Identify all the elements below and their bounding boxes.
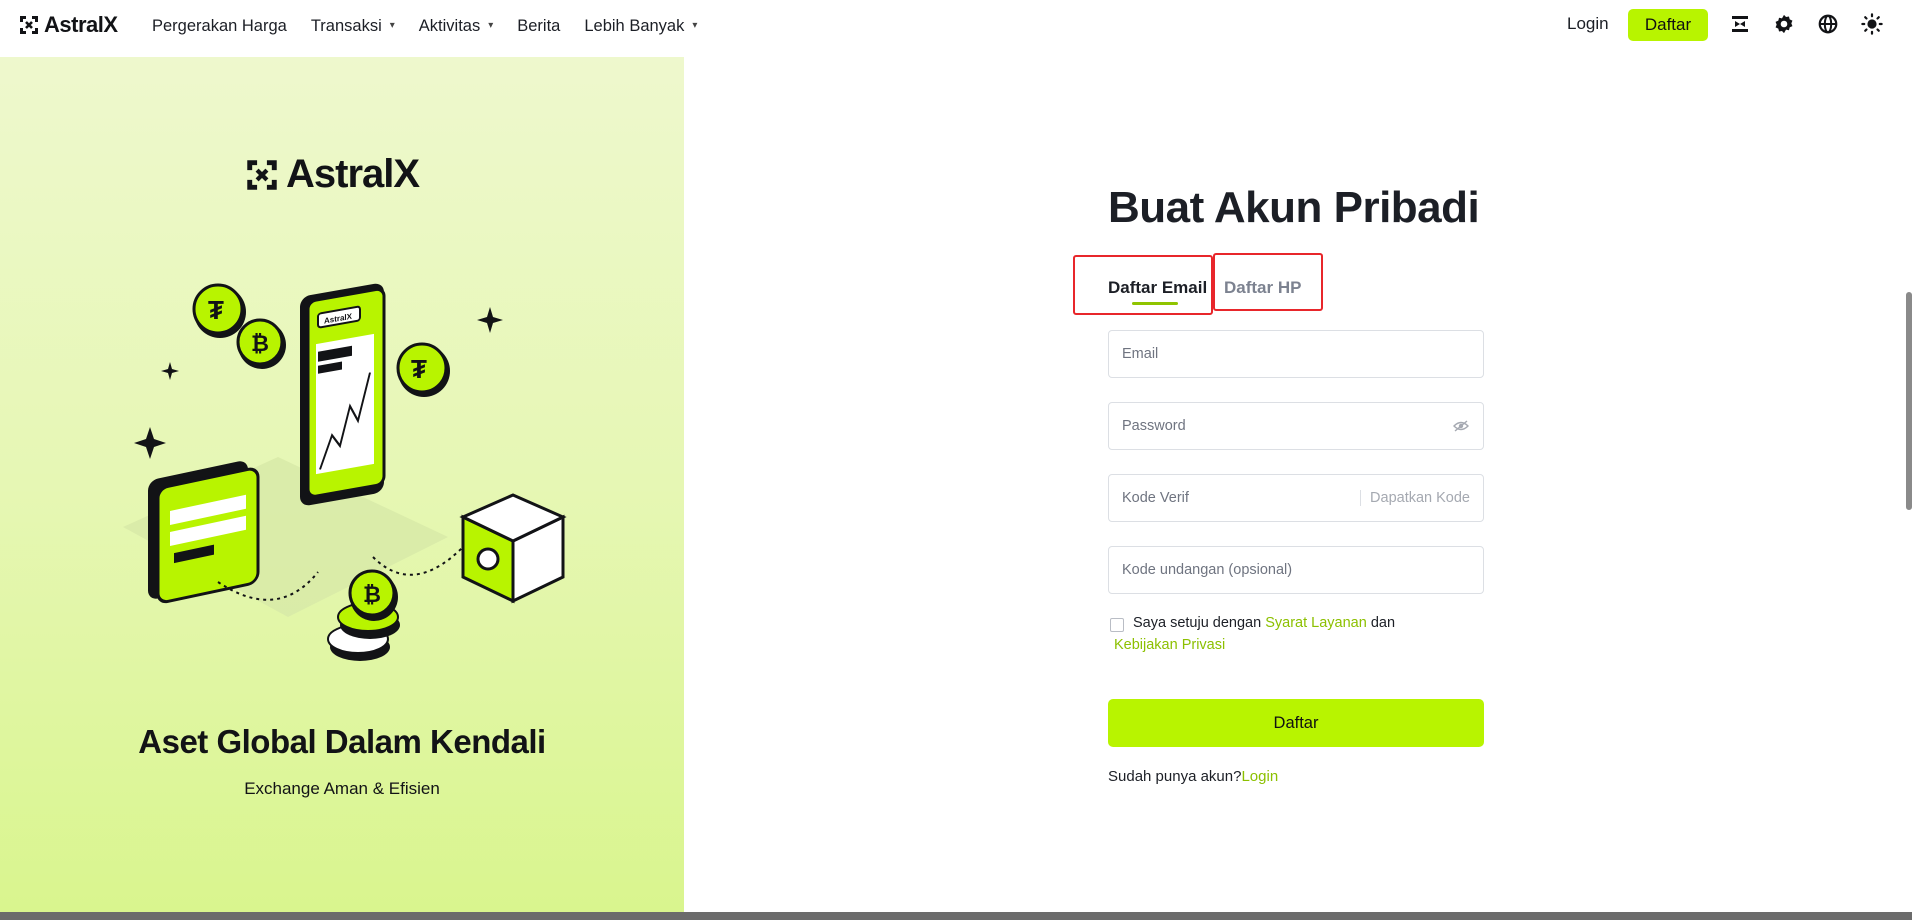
window-bottom-edge: [0, 912, 1912, 920]
chevron-down-icon: ▾: [692, 19, 698, 31]
svg-text:₿: ₿: [363, 582, 381, 607]
header-login-link[interactable]: Login: [1567, 14, 1609, 34]
privacy-line: Kebijakan Privasi: [1114, 637, 1225, 653]
nav-label: Transaksi: [310, 16, 382, 35]
terms-checkbox[interactable]: [1110, 618, 1124, 632]
nav-label: Lebih Banyak: [584, 16, 685, 35]
crypto-wallet-illustration: AstralX ₮ ₿ ₮ ₿: [123, 283, 567, 661]
have-account-line: Sudah punya akun?Login: [1108, 768, 1278, 785]
wallet-card: [148, 461, 260, 604]
top-navbar: AstralX Pergerakan Harga Transaksi ▾ Akti…: [0, 0, 1912, 52]
promo-title: Aset Global Dalam Kendali: [138, 723, 546, 760]
form-title: Buat Akun Pribadi: [1108, 183, 1480, 232]
brand-logo[interactable]: AstralX: [18, 12, 118, 38]
phone-illustration: AstralX: [300, 283, 386, 506]
download-icon[interactable]: [1728, 12, 1752, 36]
active-tab-indicator: [1132, 302, 1178, 305]
chevron-down-icon: ▾: [488, 19, 494, 31]
sparkle-icon: [161, 362, 179, 380]
chevron-down-icon: ▾: [389, 19, 395, 31]
nav-label: Aktivitas: [418, 16, 481, 35]
password-field[interactable]: [1108, 402, 1484, 450]
nav-label: Pergerakan Harga: [152, 16, 287, 35]
safe-box-icon: [459, 493, 567, 604]
divider: [1360, 490, 1362, 506]
privacy-policy-link[interactable]: Kebijakan Privasi: [1114, 637, 1225, 653]
tether-coin-icon: ₮: [396, 342, 450, 397]
promo-subtitle: Exchange Aman & Efisien: [244, 779, 440, 798]
promo-logo: AstralX: [244, 152, 420, 197]
promo-panel: AstralX AstralX ₮ ₿ ₮ ₿ Aset Global Dala…: [0, 57, 684, 912]
invite-code-input[interactable]: [1109, 547, 1483, 593]
terms-agreement-text: Saya setuju dengan Syarat Layanan dan: [1133, 615, 1395, 631]
password-input[interactable]: [1109, 403, 1451, 449]
verification-code-field[interactable]: Dapatkan Kode: [1108, 474, 1484, 522]
agree-prefix: Saya setuju dengan: [1133, 615, 1266, 631]
header-signup-button[interactable]: Daftar: [1628, 9, 1708, 41]
astralx-logo-icon: [20, 16, 38, 34]
nav-aktivitas[interactable]: Aktivitas ▾: [419, 17, 493, 36]
tab-daftar-email[interactable]: Daftar Email: [1108, 278, 1207, 298]
get-code-button[interactable]: Dapatkan Kode: [1370, 490, 1470, 506]
nav-transaksi[interactable]: Transaksi ▾: [311, 17, 395, 36]
nav-pergerakan-harga[interactable]: Pergerakan Harga: [152, 17, 287, 36]
nav-lebih-banyak[interactable]: Lebih Banyak ▾: [584, 17, 697, 36]
theme-toggle-icon[interactable]: [1860, 12, 1884, 36]
terms-of-service-link[interactable]: Syarat Layanan: [1265, 615, 1367, 631]
astralx-logo-icon: [247, 159, 277, 190]
sparkle-icon: [134, 427, 166, 459]
svg-text:₿: ₿: [251, 331, 269, 356]
sparkle-icon: [477, 307, 503, 333]
nav-label: Berita: [517, 16, 561, 35]
tab-daftar-hp[interactable]: Daftar HP: [1224, 278, 1301, 298]
gear-icon[interactable]: [1772, 12, 1796, 36]
verification-code-input[interactable]: [1109, 475, 1361, 521]
email-field[interactable]: [1108, 330, 1484, 378]
signup-submit-button[interactable]: Daftar: [1108, 699, 1484, 747]
login-link[interactable]: Login: [1241, 768, 1278, 785]
eye-hidden-icon[interactable]: [1451, 416, 1471, 436]
bitcoin-coin-icon: ₿: [236, 318, 286, 369]
svg-text:₮: ₮: [411, 354, 427, 384]
invite-code-field[interactable]: [1108, 546, 1484, 594]
main-nav: Pergerakan Harga Transaksi ▾ Aktivitas ▾ B…: [152, 0, 721, 52]
email-input[interactable]: [1109, 331, 1483, 377]
scrollbar-thumb[interactable]: [1906, 292, 1912, 510]
nav-berita[interactable]: Berita: [517, 17, 560, 36]
have-account-text: Sudah punya akun?: [1108, 768, 1242, 785]
brand-name: AstralX: [44, 12, 118, 37]
tether-coin-icon: ₮: [192, 283, 246, 338]
globe-icon[interactable]: [1816, 12, 1840, 36]
agree-and: dan: [1366, 615, 1396, 631]
promo-logo-text: AstralX: [286, 152, 420, 196]
svg-text:₮: ₮: [208, 295, 224, 325]
